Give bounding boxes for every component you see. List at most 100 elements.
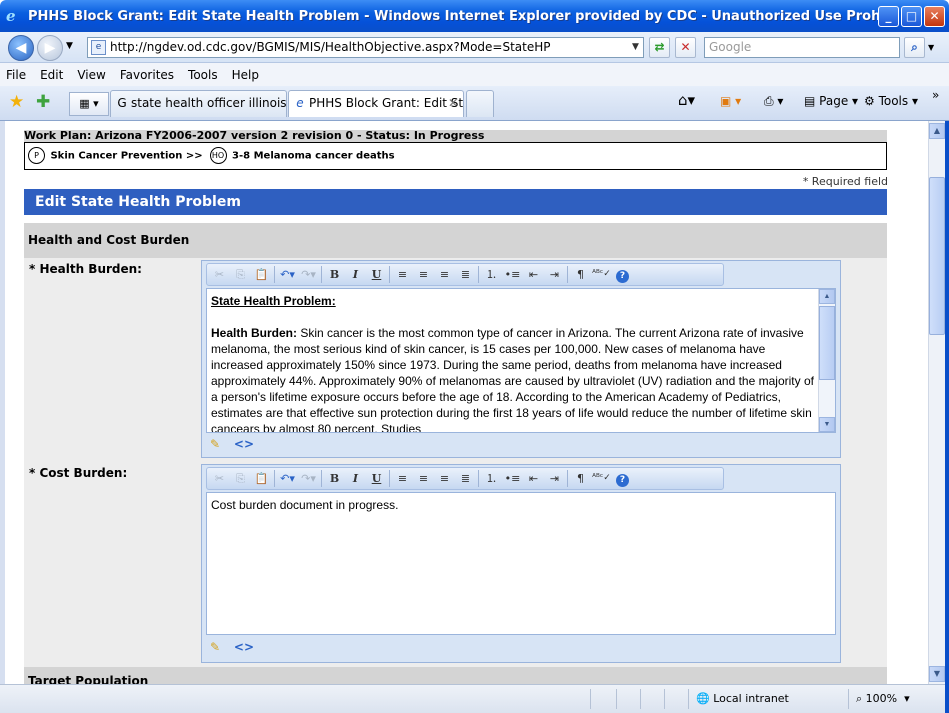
close-window-button[interactable]: ✕ — [924, 5, 945, 27]
health-burden-text: Health Burden: Skin cancer is the most c… — [211, 325, 815, 432]
feeds-icon[interactable]: ▣ ▾ — [720, 94, 741, 108]
redo-icon[interactable]: ↷▾ — [298, 469, 319, 488]
design-mode-icon[interactable]: ✎ — [210, 640, 220, 654]
tab-google-search[interactable]: G state health officer illinois - G... — [110, 90, 287, 117]
indent-icon[interactable]: ⇥ — [544, 265, 565, 284]
page-menu[interactable]: ▤ Page ▾ — [804, 94, 858, 108]
history-dropdown-icon[interactable]: ▼ — [66, 41, 73, 51]
window-title: PHHS Block Grant: Edit State Health Prob… — [28, 8, 878, 24]
align-left-icon[interactable]: ≡ — [392, 265, 413, 284]
search-options-icon[interactable]: ▼ — [928, 43, 934, 52]
undo-icon[interactable]: ↶▾ — [277, 469, 298, 488]
underline-icon[interactable]: U — [366, 469, 387, 488]
maximize-button[interactable]: □ — [901, 5, 922, 27]
align-right-icon[interactable]: ≡ — [434, 265, 455, 284]
html-mode-icon[interactable]: <> — [234, 437, 254, 451]
quick-tabs-button[interactable]: ▦ ▾ — [69, 92, 109, 116]
menu-help[interactable]: Help — [232, 68, 259, 82]
scroll-up-icon[interactable]: ▲ — [929, 123, 945, 139]
cost-burden-editor: ✂ ⎘ 📋 ↶▾ ↷▾ B I U ≡ ≡ ≡ ≣ ⒈ •≡ ⇤ ⇥ ¶ ᴬᴮᶜ… — [201, 464, 841, 663]
print-icon[interactable]: ⎙ ▾ — [764, 94, 783, 109]
copy-icon[interactable]: ⎘ — [230, 469, 251, 488]
new-tab-button[interactable] — [466, 90, 494, 117]
paragraph-format-icon[interactable]: ¶ — [570, 469, 591, 488]
zoom-label: 100% — [865, 692, 898, 705]
align-center-icon[interactable]: ≡ — [413, 265, 434, 284]
justify-icon[interactable]: ≣ — [455, 265, 476, 284]
help-icon[interactable]: ? — [612, 469, 633, 488]
italic-icon[interactable]: I — [345, 469, 366, 488]
editor-scrollbar[interactable]: ▲ ▼ — [818, 289, 835, 432]
tab-phhs-block-grant[interactable]: e PHHS Block Grant: Edit St... ✕ — [288, 90, 464, 117]
menu-view[interactable]: View — [77, 68, 105, 82]
html-mode-icon[interactable]: <> — [234, 640, 254, 654]
status-divider — [848, 689, 849, 709]
breadcrumb-objective[interactable]: 3-8 Melanoma cancer deaths — [232, 151, 395, 162]
undo-icon[interactable]: ↶▾ — [277, 265, 298, 284]
address-toolbar: ◀ ▶ ▼ e http://ngdev.od.cdc.gov/BGMIS/MI… — [0, 32, 949, 63]
copy-icon[interactable]: ⎘ — [230, 265, 251, 284]
breadcrumb-program[interactable]: Skin Cancer Prevention >> — [50, 151, 202, 162]
address-field[interactable]: e http://ngdev.od.cdc.gov/BGMIS/MIS/Heal… — [87, 37, 644, 58]
stop-button[interactable]: ✕ — [675, 37, 696, 58]
ie-page-icon: e — [296, 96, 304, 110]
align-left-icon[interactable]: ≡ — [392, 469, 413, 488]
help-icon[interactable]: ? — [612, 265, 633, 284]
work-plan-header: Work Plan: Arizona FY2006-2007 version 2… — [24, 130, 887, 142]
bullet-list-icon[interactable]: •≡ — [502, 265, 523, 284]
zone-indicator: 🌐 Local intranet — [696, 692, 789, 705]
add-favorite-icon[interactable]: ✚ — [36, 92, 50, 112]
search-input[interactable]: Google — [704, 37, 900, 58]
bullet-list-icon[interactable]: •≡ — [502, 469, 523, 488]
paste-icon[interactable]: 📋 — [251, 469, 272, 488]
scroll-down-icon[interactable]: ▼ — [819, 417, 835, 432]
next-subsection-header: Target Population — [24, 667, 887, 684]
tab-label: state health officer illinois - G... — [131, 96, 287, 110]
numbered-list-icon[interactable]: ⒈ — [481, 265, 502, 284]
scroll-up-icon[interactable]: ▲ — [819, 289, 835, 304]
menu-favorites[interactable]: Favorites — [120, 68, 174, 82]
close-tab-icon[interactable]: ✕ — [448, 91, 458, 116]
spellcheck-icon[interactable]: ᴬᴮᶜ✓ — [591, 469, 612, 488]
menu-file[interactable]: File — [6, 68, 26, 82]
bold-icon[interactable]: B — [324, 469, 345, 488]
underline-icon[interactable]: U — [366, 265, 387, 284]
indent-icon[interactable]: ⇥ — [544, 469, 565, 488]
align-right-icon[interactable]: ≡ — [434, 469, 455, 488]
search-go-button[interactable]: ⌕ — [904, 37, 925, 58]
scroll-down-icon[interactable]: ▼ — [929, 666, 945, 682]
more-commands-icon[interactable]: » — [932, 88, 939, 102]
favorites-star-icon[interactable]: ★ — [9, 92, 24, 112]
refresh-button[interactable]: ⇄ — [649, 37, 670, 58]
scroll-thumb[interactable] — [819, 306, 835, 380]
menu-tools[interactable]: Tools — [188, 68, 218, 82]
outdent-icon[interactable]: ⇤ — [523, 265, 544, 284]
url-dropdown-icon[interactable]: ▼ — [628, 38, 643, 57]
italic-icon[interactable]: I — [345, 265, 366, 284]
menu-edit[interactable]: Edit — [40, 68, 63, 82]
paragraph-format-icon[interactable]: ¶ — [570, 265, 591, 284]
page-scrollbar[interactable]: ▲ ▼ — [928, 121, 945, 684]
home-icon[interactable]: ⌂▾ — [678, 91, 695, 109]
health-burden-textarea[interactable]: State Health Problem: Health Burden: Ski… — [206, 288, 836, 433]
paste-icon[interactable]: 📋 — [251, 265, 272, 284]
spellcheck-icon[interactable]: ᴬᴮᶜ✓ — [591, 265, 612, 284]
minimize-button[interactable]: _ — [878, 5, 899, 27]
tab-bar: ★ ✚ ▦ ▾ G state health officer illinois … — [0, 86, 949, 121]
cut-icon[interactable]: ✂ — [209, 469, 230, 488]
cut-icon[interactable]: ✂ — [209, 265, 230, 284]
justify-icon[interactable]: ≣ — [455, 469, 476, 488]
bold-icon[interactable]: B — [324, 265, 345, 284]
zoom-control[interactable]: ⌕ 100% ▾ — [856, 692, 910, 706]
outdent-icon[interactable]: ⇤ — [523, 469, 544, 488]
redo-icon[interactable]: ↷▾ — [298, 265, 319, 284]
numbered-list-icon[interactable]: ⒈ — [481, 469, 502, 488]
forward-button[interactable]: ▶ — [37, 35, 63, 61]
align-center-icon[interactable]: ≡ — [413, 469, 434, 488]
cost-burden-textarea[interactable]: Cost burden document in progress. — [206, 492, 836, 635]
tools-menu[interactable]: ⚙ Tools ▾ — [864, 94, 918, 108]
design-mode-icon[interactable]: ✎ — [210, 437, 220, 451]
scroll-thumb[interactable] — [929, 177, 945, 335]
status-divider — [640, 689, 641, 709]
back-button[interactable]: ◀ — [8, 35, 34, 61]
